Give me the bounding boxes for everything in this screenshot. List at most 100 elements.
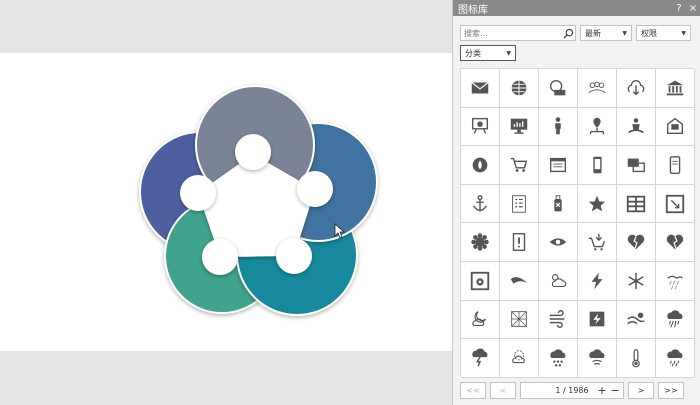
icon-cell[interactable] [500,107,539,147]
icon-cell[interactable] [461,339,500,378]
icon-cell[interactable] [617,146,656,185]
node-top[interactable] [235,134,271,170]
search-input[interactable] [464,28,561,38]
www-laptop-icon [549,79,566,96]
anchor-icon [473,194,487,211]
document-alert-icon [512,233,526,252]
icon-cell[interactable] [578,107,617,147]
prev-page-button[interactable]: < [490,382,516,399]
category-select[interactable]: 分类 ▼ [460,45,516,61]
icon-cell[interactable] [500,184,539,224]
cloud-download-icon [627,79,645,96]
icon-cell[interactable] [617,107,656,147]
icon-cell[interactable] [656,261,695,301]
heavy-rain-icon [667,310,683,328]
icon-cell[interactable] [461,146,500,185]
node-bottom-left[interactable] [202,239,238,275]
icon-cell[interactable] [500,69,539,108]
permission-select[interactable]: 权限 ▼ [636,25,691,41]
flower-diagram[interactable] [0,53,452,351]
table-icon [626,195,646,212]
windy-rain-icon [667,275,683,290]
node-left[interactable] [180,175,216,211]
icon-cell[interactable] [500,146,539,185]
permission-value: 权限 [641,28,657,38]
panel-title: 图标库 [458,4,488,16]
icon-cell[interactable] [617,261,656,301]
icon-cell[interactable] [539,261,578,301]
icon-cell[interactable] [617,223,656,262]
first-page-button[interactable]: << [460,382,486,399]
web-page-icon [549,157,567,173]
icon-cell[interactable] [461,69,500,108]
slide[interactable] [0,53,452,351]
icon-cell[interactable] [578,223,617,262]
icon-cell[interactable] [461,223,500,262]
snow-pattern-icon [511,311,527,328]
icon-cell[interactable] [617,339,656,378]
icon-cell[interactable] [539,107,578,147]
presentation-chart-icon [471,118,489,134]
bank-building-icon [666,80,684,96]
icon-grid [460,68,695,378]
sort-value: 最新 [585,28,601,38]
node-bottom-right[interactable] [276,238,312,274]
wind-icon [549,310,565,329]
icon-cell[interactable] [656,300,695,340]
chevron-down-icon: ▼ [506,49,511,57]
icon-cell[interactable] [578,261,617,301]
snow-cloud-icon [550,349,566,367]
node-right[interactable] [297,171,333,207]
icon-cell[interactable] [656,69,695,108]
icon-cell[interactable] [578,339,617,378]
icon-cell[interactable] [500,223,539,262]
checklist-icon [512,194,526,213]
help-button[interactable]: ? [672,3,686,14]
icon-cell[interactable] [578,69,617,108]
icon-cell[interactable] [656,223,695,262]
icon-cell[interactable] [656,339,695,378]
icon-cell[interactable] [539,339,578,378]
zoom-in-button[interactable]: + [596,384,608,397]
icon-cell[interactable] [500,300,539,340]
icon-cell[interactable] [539,69,578,108]
icon-cell[interactable] [500,339,539,378]
icon-cell[interactable] [461,184,500,224]
icon-cell[interactable] [539,223,578,262]
zoom-out-button[interactable]: − [609,384,621,397]
icon-cell[interactable] [578,300,617,340]
broken-heart-icon [627,234,645,250]
icon-cell[interactable] [656,146,695,185]
icon-cell[interactable] [500,261,539,301]
icon-cell[interactable] [656,184,695,224]
icon-cell[interactable] [539,184,578,224]
storm-map-icon [589,312,605,327]
icon-cell[interactable] [578,146,617,185]
last-page-button[interactable]: >> [658,382,684,399]
icon-cell[interactable] [539,300,578,340]
sort-select[interactable]: 最新 ▼ [580,25,632,41]
next-page-button[interactable]: > [628,382,654,399]
icon-cell[interactable] [617,300,656,340]
icon-cell[interactable] [617,69,656,108]
smartphone-icon [669,156,681,174]
close-button[interactable]: × [686,3,700,14]
icon-cell[interactable] [578,184,617,224]
icon-cell[interactable] [539,146,578,185]
chevron-down-icon: ▼ [622,29,627,37]
icon-cell[interactable] [461,261,500,301]
search-icon[interactable] [561,26,575,40]
usb-drive-icon [554,194,562,211]
category-value: 分类 [465,48,481,58]
rain-cloud-icon [667,349,683,367]
global-network-icon [511,80,527,96]
icon-cell[interactable] [461,107,500,147]
businessman-icon [555,117,561,135]
sun-rain-icon [512,350,525,364]
settings-window-icon [470,271,490,290]
icon-library-panel: 图标库 ? × 最新 ▼ 权限 ▼ 分类 ▼ << < 1 / 1986 [452,0,700,405]
icon-cell[interactable] [617,184,656,224]
star-icon [588,195,606,211]
icon-cell[interactable] [656,107,695,147]
icon-cell[interactable] [461,300,500,340]
